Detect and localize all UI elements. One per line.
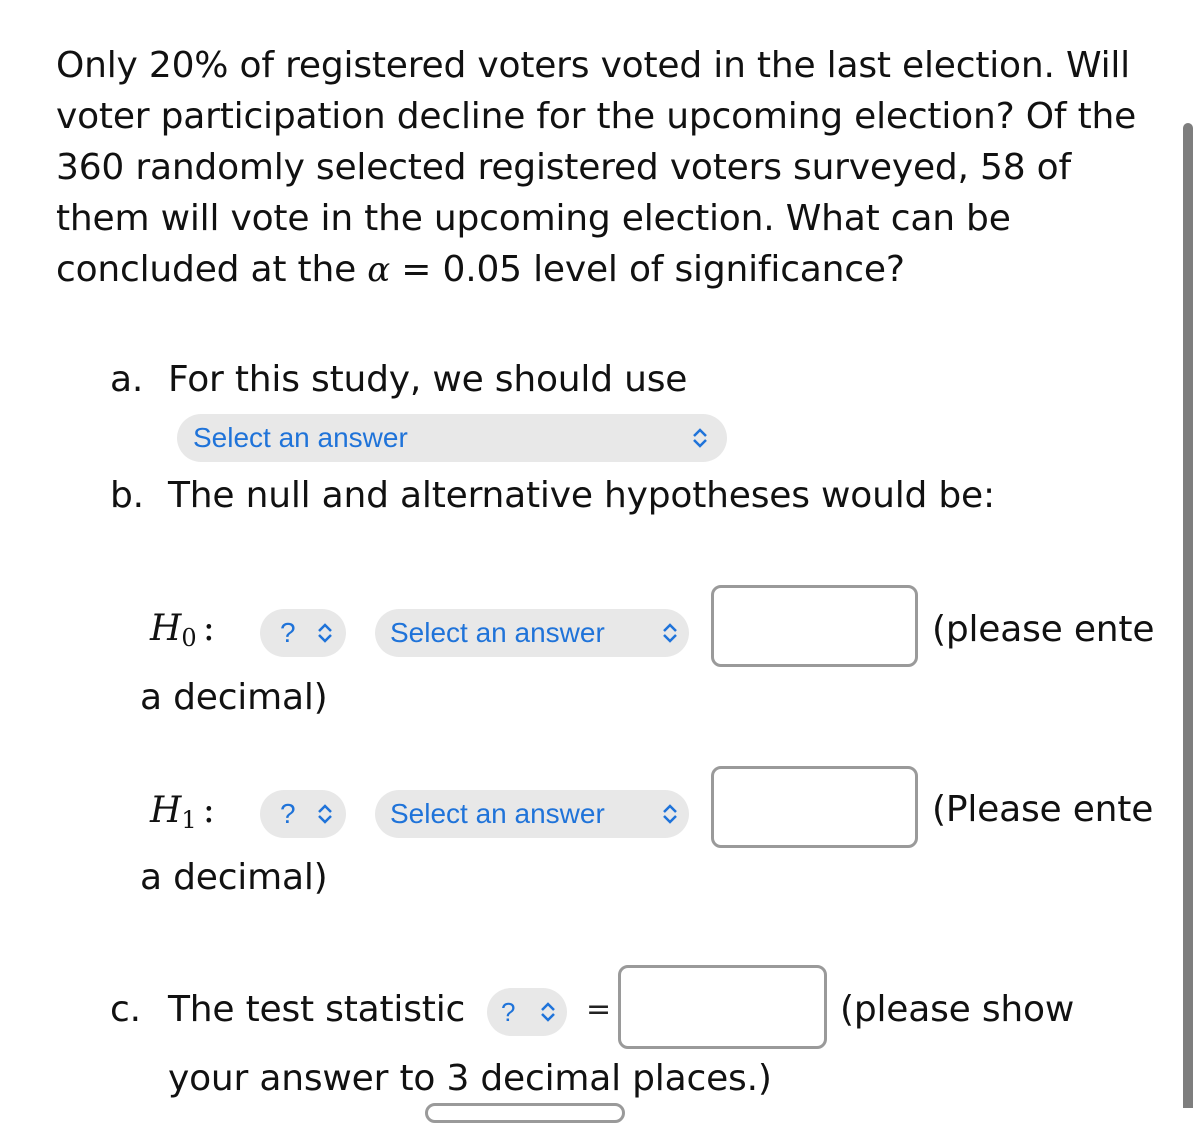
chevron-up-down-icon	[316, 802, 334, 826]
question-text: Only 20% of registered voters voted in t…	[56, 40, 1166, 296]
h1-symbol: H	[150, 790, 182, 831]
h0-symbol: H	[150, 608, 182, 649]
h1-label: H1:	[150, 790, 215, 834]
test-statistic-select[interactable]: ?	[487, 988, 567, 1036]
chevron-up-down-icon	[539, 1000, 557, 1024]
chevron-up-down-icon	[661, 802, 679, 826]
chevron-up-down-icon	[691, 426, 709, 450]
h0-note-line2: a decimal)	[140, 677, 328, 718]
question-text-end: = 0.05 level of significance?	[390, 249, 905, 290]
part-c-note-line2: your answer to 3 decimal places.)	[168, 1058, 772, 1099]
next-input-partial[interactable]	[425, 1103, 625, 1123]
part-b-letter: b.	[110, 475, 144, 516]
h1-subscript: 1	[181, 806, 197, 834]
h1-operator-select[interactable]: ?	[260, 790, 346, 838]
part-c-label: c. The test statistic	[110, 988, 465, 1032]
h0-colon: :	[202, 608, 215, 649]
h1-colon: :	[202, 790, 215, 831]
chevron-up-down-icon	[316, 621, 334, 645]
test-statistic-select-value: ?	[501, 996, 516, 1027]
h0-subscript: 0	[181, 624, 197, 652]
part-c-note-line1: (please show	[840, 989, 1075, 1030]
part-a-letter: a.	[110, 359, 144, 400]
h0-label: H0:	[150, 608, 215, 652]
part-c-text: The test statistic	[168, 989, 466, 1030]
h0-operator-value: ?	[280, 617, 296, 648]
h1-value-input[interactable]	[711, 766, 918, 848]
h0-parameter-select[interactable]: Select an answer	[375, 609, 689, 657]
equals-sign: =	[586, 992, 612, 1027]
h1-note-line1: (Please ente	[932, 789, 1154, 830]
alpha-symbol: α	[367, 250, 391, 290]
h1-parameter-select[interactable]: Select an answer	[375, 790, 689, 838]
part-a-text: For this study, we should use	[168, 359, 688, 400]
part-a-label: a. For this study, we should use	[110, 358, 687, 402]
part-c-letter: c.	[110, 989, 141, 1030]
part-b-text: The null and alternative hypotheses woul…	[168, 475, 995, 516]
h0-note-line1: (please ente	[932, 609, 1155, 650]
h0-parameter-value: Select an answer	[390, 617, 605, 648]
study-type-select-value: Select an answer	[193, 422, 408, 453]
h1-operator-value: ?	[280, 798, 296, 829]
h1-parameter-value: Select an answer	[390, 798, 605, 829]
scrollbar[interactable]	[1183, 123, 1193, 1108]
h0-value-input[interactable]	[711, 585, 918, 667]
test-statistic-input[interactable]	[618, 965, 827, 1049]
h1-note-line2: a decimal)	[140, 857, 328, 898]
study-type-select[interactable]: Select an answer	[177, 414, 727, 462]
chevron-up-down-icon	[661, 621, 679, 645]
part-b-label: b. The null and alternative hypotheses wo…	[110, 474, 995, 518]
h0-operator-select[interactable]: ?	[260, 609, 346, 657]
